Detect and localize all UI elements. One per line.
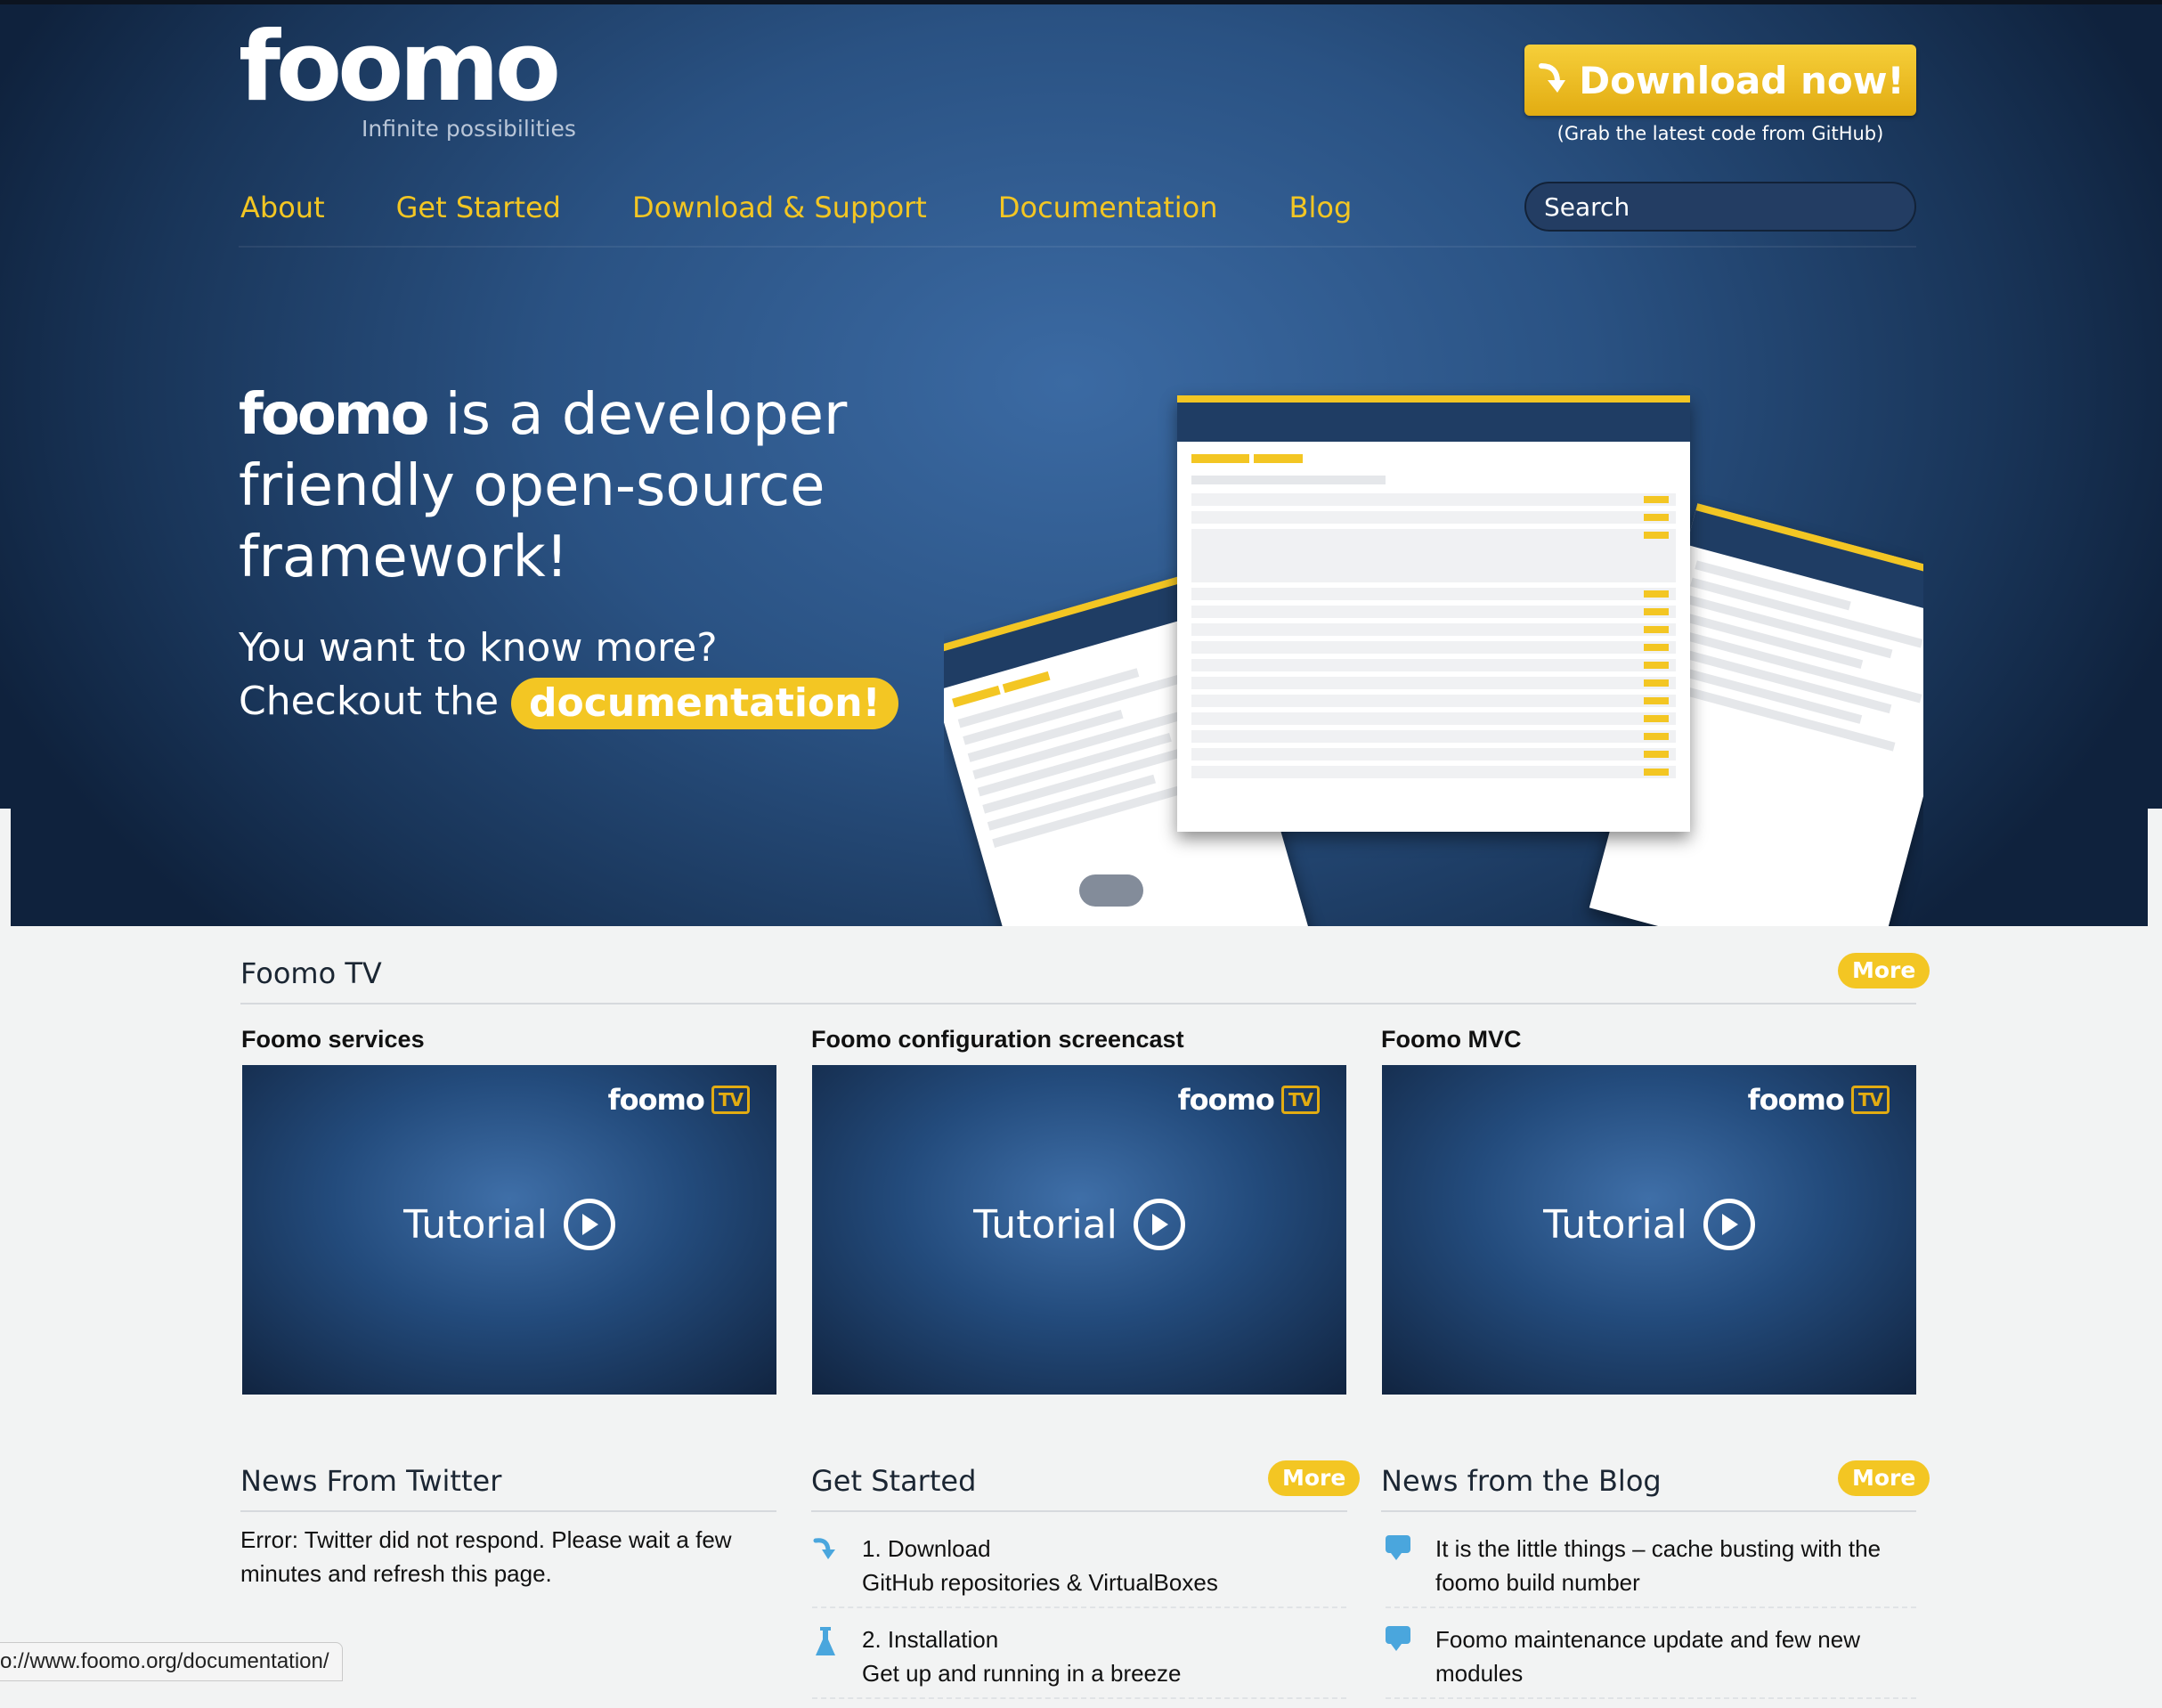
list-item-subtitle: Get up and running in a breeze (862, 1660, 1182, 1687)
speech-bubble-icon (1386, 1626, 1410, 1651)
list-item[interactable]: 1. Download GitHub repositories & Virtual… (812, 1526, 1346, 1608)
hero-more-info: You want to know more? Checkout the docu… (239, 622, 898, 729)
hero-edge-left (0, 809, 11, 926)
search-input[interactable] (1524, 182, 1916, 232)
headline-logo: foomo (239, 382, 429, 448)
tv-icon: TV (1280, 1086, 1320, 1114)
tv-icon: TV (711, 1086, 750, 1114)
curved-arrow-icon (1539, 63, 1566, 93)
foomo-tv-divider (240, 1003, 1916, 1004)
list-item-subtitle: GitHub repositories & VirtualBoxes (862, 1569, 1218, 1596)
list-item[interactable]: It is the little things – cache busting … (1386, 1526, 1916, 1608)
tutorial-label: Tutorial (1543, 1201, 1687, 1248)
blog-post-link[interactable]: Foomo maintenance update and few new mod… (1435, 1623, 1916, 1690)
download-now-label: Download now! (1579, 58, 1905, 102)
get-started-more-button[interactable]: More (1268, 1460, 1361, 1496)
hero-screenshots (944, 383, 1923, 926)
play-icon (1703, 1199, 1755, 1250)
nav-item-blog[interactable]: Blog (1289, 191, 1353, 230)
site-tagline: Infinite possibilities (362, 116, 576, 142)
blog-title: News from the Blog (1381, 1464, 1662, 1498)
play-icon (563, 1199, 615, 1250)
video-title[interactable]: Foomo services (241, 1026, 425, 1053)
list-item-title: 1. Download (862, 1535, 991, 1562)
blog-list: It is the little things – cache busting … (1386, 1526, 1916, 1708)
foomo-tv-more-button[interactable]: More (1838, 953, 1930, 988)
video-thumbnail[interactable]: foomo TV Tutorial (242, 1065, 776, 1395)
download-subtitle: (Grab the latest code from GitHub) (1556, 123, 1884, 144)
list-item[interactable]: Foomo maintenance update and few new mod… (1386, 1617, 1916, 1699)
tv-icon: TV (1850, 1086, 1890, 1114)
arrow-icon (812, 1532, 844, 1599)
video-title[interactable]: Foomo MVC (1381, 1026, 1521, 1053)
tv-logo-text: foomo (1747, 1083, 1845, 1117)
documentation-link[interactable]: documentation! (511, 678, 898, 729)
download-now-button[interactable]: Download now! (1524, 45, 1916, 116)
play-icon (1133, 1199, 1185, 1250)
nav-item-documentation[interactable]: Documentation (998, 191, 1218, 230)
nav-divider (239, 246, 1916, 248)
flask-icon (812, 1623, 844, 1690)
video-title[interactable]: Foomo configuration screencast (811, 1026, 1184, 1053)
video-thumbnail[interactable]: foomo TV Tutorial (812, 1065, 1346, 1395)
hero-headline: foomo is a developer friendly open-sourc… (239, 379, 862, 593)
blog-divider (1381, 1510, 1916, 1512)
nav-item-about[interactable]: About (240, 191, 325, 230)
get-started-title: Get Started (811, 1464, 977, 1498)
hero-more-line1: You want to know more? (239, 625, 718, 671)
browser-status-bar: o://www.foomo.org/documentation/ (0, 1642, 343, 1681)
video-thumbnail[interactable]: foomo TV Tutorial (1382, 1065, 1916, 1395)
blog-more-button[interactable]: More (1838, 1460, 1930, 1496)
tutorial-label: Tutorial (403, 1201, 548, 1248)
hero-edge-right (2148, 809, 2162, 926)
twitter-divider (240, 1510, 776, 1512)
main-nav: About Get Started Download & Support Doc… (240, 191, 1423, 230)
list-item-title: 2. Installation (862, 1626, 999, 1653)
slider-pager[interactable] (1079, 874, 1143, 907)
tv-logo-text: foomo (607, 1083, 705, 1117)
nav-item-get-started[interactable]: Get Started (396, 191, 561, 230)
nav-item-download-support[interactable]: Download & Support (632, 191, 927, 230)
hero-more-prefix: Checkout the (239, 679, 512, 724)
tutorial-label: Tutorial (973, 1201, 1118, 1248)
site-logo[interactable]: foomo (239, 20, 561, 116)
twitter-message: Error: Twitter did not respond. Please w… (240, 1526, 732, 1587)
speech-bubble-icon (1386, 1535, 1410, 1560)
screenshot-modules (1177, 395, 1690, 832)
get-started-list: 1. Download GitHub repositories & Virtual… (812, 1526, 1346, 1708)
get-started-divider (811, 1510, 1347, 1512)
foomo-tv-title: Foomo TV (240, 956, 382, 990)
twitter-title: News From Twitter (240, 1464, 502, 1498)
blog-post-link[interactable]: It is the little things – cache busting … (1435, 1532, 1916, 1599)
tv-logo-text: foomo (1177, 1083, 1275, 1117)
list-item[interactable]: 2. Installation Get up and running in a b… (812, 1617, 1346, 1699)
